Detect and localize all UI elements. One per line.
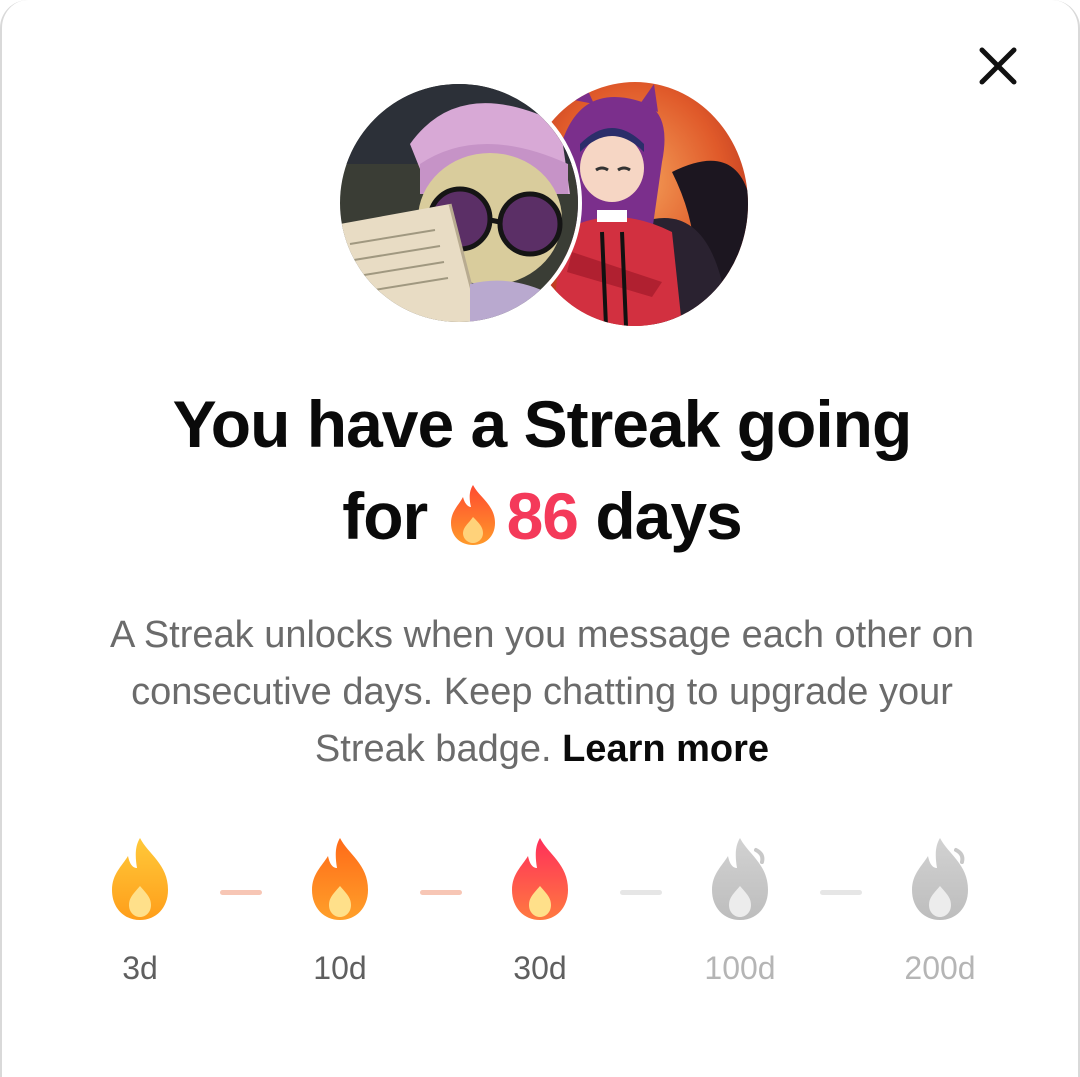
milestone-10d: 10d: [280, 836, 400, 986]
milestone-100d: 100d: [680, 836, 800, 986]
fire-icon: [912, 838, 968, 920]
description-text: A Streak unlocks when you message each o…: [110, 614, 974, 770]
fire-icon: [112, 838, 168, 920]
milestone-connector: [620, 890, 662, 895]
close-icon: [979, 47, 1017, 85]
milestone-label: 30d: [513, 950, 567, 986]
milestone-label: 200d: [904, 950, 976, 986]
fire-icon: [312, 838, 368, 920]
avatar: [336, 80, 582, 326]
milestone-30d: 30d: [480, 836, 600, 986]
close-button[interactable]: [974, 42, 1022, 90]
milestone-connector: [220, 890, 262, 895]
streak-sheet: You have a Streak going for 86 days A St…: [0, 0, 1080, 1077]
streak-count: 86: [506, 479, 579, 553]
title-prefix: for: [342, 479, 428, 553]
fire-icon: [512, 838, 568, 920]
streak-title: You have a Streak going for 86 days: [2, 378, 1080, 562]
milestone-label: 3d: [122, 950, 158, 986]
milestone-200d: 200d: [880, 836, 1000, 986]
learn-more-link[interactable]: Learn more: [562, 728, 769, 770]
milestone-label: 100d: [704, 950, 776, 986]
milestone-connector: [820, 890, 862, 895]
milestone-connector: [420, 890, 462, 895]
milestone-3d: 3d: [80, 836, 200, 986]
fire-icon: [712, 838, 768, 920]
streak-description: A Streak unlocks when you message each o…: [82, 607, 1002, 778]
fire-icon: [450, 485, 495, 545]
title-suffix: days: [595, 479, 742, 553]
milestone-label: 10d: [313, 950, 367, 986]
title-line1: You have a Streak going: [172, 387, 913, 461]
